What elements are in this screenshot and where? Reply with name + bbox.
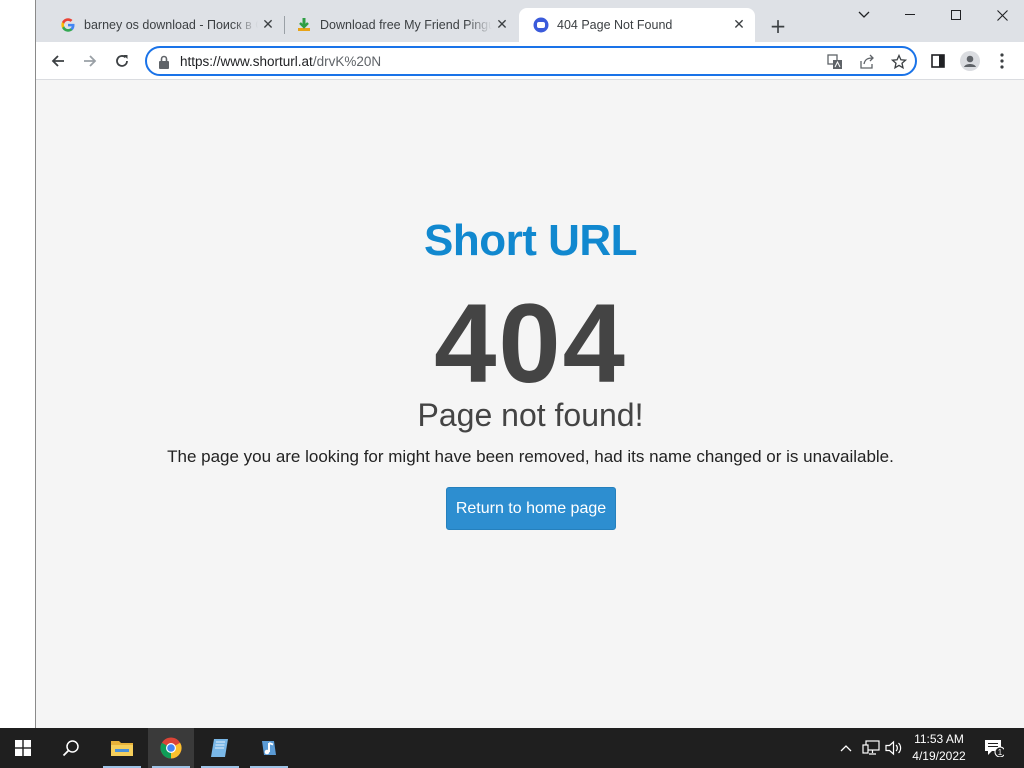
browser-window: barney os download - Поиск в Google ✕ Do… bbox=[35, 0, 1024, 728]
close-icon[interactable]: ✕ bbox=[258, 15, 278, 35]
search-icon[interactable] bbox=[48, 728, 94, 768]
chrome-icon[interactable] bbox=[148, 728, 194, 768]
profile-avatar-icon[interactable] bbox=[955, 46, 985, 76]
back-icon[interactable] bbox=[43, 46, 73, 76]
notification-count: 1 bbox=[998, 748, 1003, 757]
lock-icon[interactable] bbox=[158, 55, 170, 69]
tab-search-icon[interactable] bbox=[841, 0, 887, 30]
url-host: https://www.shorturl.at bbox=[180, 54, 313, 69]
new-tab-button[interactable]: + bbox=[766, 14, 790, 38]
page-viewport: Short URL 404 Page not found! The page y… bbox=[36, 81, 1024, 728]
volume-icon[interactable] bbox=[884, 738, 904, 758]
notification-center-icon[interactable]: 1 bbox=[982, 738, 1006, 758]
address-bar[interactable]: https://www.shorturl.at/drvK%20N bbox=[145, 46, 917, 76]
tab-strip: barney os download - Поиск в Google ✕ Do… bbox=[36, 0, 1024, 42]
start-icon[interactable] bbox=[0, 728, 46, 768]
chevron-up-icon[interactable] bbox=[836, 738, 856, 758]
browser-toolbar: https://www.shorturl.at/drvK%20N bbox=[36, 42, 1024, 80]
return-home-button[interactable]: Return to home page bbox=[446, 487, 616, 530]
share-icon[interactable] bbox=[856, 52, 878, 72]
system-clock[interactable]: 11:53 AM 4/19/2022 bbox=[905, 731, 973, 765]
tab-404-page[interactable]: 404 Page Not Found ✕ bbox=[519, 8, 755, 42]
bookmark-star-icon[interactable] bbox=[888, 52, 910, 72]
notepad-icon[interactable] bbox=[197, 728, 243, 768]
clock-time: 11:53 AM bbox=[914, 732, 964, 746]
url-path: /drvK%20N bbox=[312, 54, 382, 69]
tab-google-search[interactable]: barney os download - Поиск в Google ✕ bbox=[46, 8, 284, 42]
window-close-icon[interactable] bbox=[979, 0, 1024, 30]
url-text: https://www.shorturl.at/drvK%20N bbox=[180, 54, 381, 69]
chat-bubble-icon bbox=[533, 17, 549, 33]
forward-icon[interactable] bbox=[75, 46, 105, 76]
google-g-icon bbox=[60, 17, 76, 33]
desktop: barney os download - Поиск в Google ✕ Do… bbox=[0, 0, 1024, 768]
tab-title: Download free My Friend Pingu bbox=[320, 18, 492, 32]
network-icon[interactable] bbox=[861, 738, 881, 758]
close-icon[interactable]: ✕ bbox=[492, 15, 512, 35]
page-title: Page not found! bbox=[417, 397, 644, 433]
maximize-icon[interactable] bbox=[933, 0, 979, 30]
minimize-icon[interactable] bbox=[887, 0, 933, 30]
close-icon[interactable]: ✕ bbox=[729, 15, 749, 35]
menu-kebab-icon[interactable] bbox=[987, 46, 1017, 76]
download-arrow-icon bbox=[296, 17, 312, 33]
taskbar: 11:53 AM 4/19/2022 1 bbox=[0, 728, 1024, 768]
translate-icon[interactable] bbox=[824, 52, 846, 72]
error-message: The page you are looking for might have … bbox=[167, 447, 894, 466]
tab-title: barney os download - Поиск в Google bbox=[84, 18, 258, 32]
tab-download-pingu[interactable]: Download free My Friend Pingu ✕ bbox=[282, 8, 518, 42]
reload-icon[interactable] bbox=[107, 46, 137, 76]
error-code: 404 bbox=[434, 281, 627, 406]
clock-date: 4/19/2022 bbox=[912, 749, 966, 763]
brand-logo[interactable]: Short URL bbox=[36, 216, 1024, 266]
music-app-icon[interactable] bbox=[246, 728, 292, 768]
side-panel-icon[interactable] bbox=[923, 46, 953, 76]
file-explorer-icon[interactable] bbox=[99, 728, 145, 768]
tab-title: 404 Page Not Found bbox=[557, 18, 673, 32]
